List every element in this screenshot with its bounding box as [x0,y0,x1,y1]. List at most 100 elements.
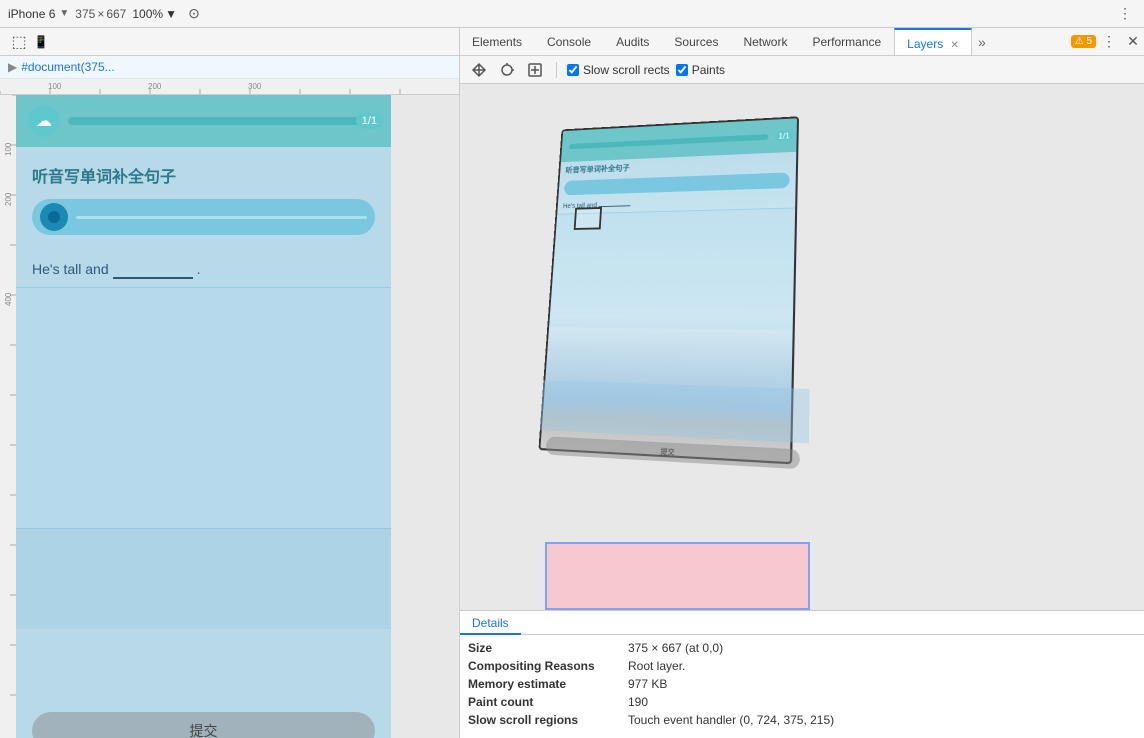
details-row-slow-scroll: Slow scroll regions Touch event handler … [468,711,1136,729]
cloud-icon: ☁ [28,105,60,137]
paints-toggle[interactable]: Paints [676,63,725,77]
dimension-sep: × [97,7,104,21]
tab-sources[interactable]: Sources [662,28,731,56]
device-toolbar: iPhone 6 ▼ 375 × 667 100% ▼ ⊙ ⋮ [0,0,1144,28]
fill-blank-input[interactable] [113,259,193,279]
details-panel: Details Size 375 × 667 (at 0,0) Composit… [460,610,1144,738]
document-tree-item[interactable]: ▶ #document(375... [0,56,459,79]
pan-tool-button[interactable] [468,59,490,81]
lp-blank [599,199,631,207]
zoom-arrow: ▼ [165,7,177,21]
slow-scroll-checkbox[interactable] [567,64,579,76]
tab-close-icon[interactable]: ✕ [951,40,959,51]
more-options-button[interactable]: ⋮ [1114,3,1136,25]
tab-performance[interactable]: Performance [800,28,894,56]
details-tabs: Details [460,611,1144,635]
device-arrow: ▼ [59,8,69,19]
svg-text:200: 200 [148,82,162,91]
more-tabs-button[interactable]: » [972,34,992,50]
phone-main-layer: 1/1 听音写单词补全句子 He's tall and [538,116,799,464]
svg-text:300: 300 [248,82,262,91]
lp-progress-fill [569,134,769,149]
ruler-vertical: 100 200 400 [0,95,16,738]
ruler-horizontal: 100 200 300 [0,79,459,95]
svg-text:100: 100 [4,142,13,156]
selected-layer-indicator [574,207,602,230]
audio-player[interactable] [32,199,375,235]
devtools-header-icons: ⚠ 5 ⋮ ✕ [1067,31,1144,53]
paint-count-label: Paint count [468,695,628,709]
devtools-close-button[interactable]: ✕ [1122,31,1144,53]
tab-console[interactable]: Console [535,28,604,56]
svg-text:400: 400 [4,292,13,306]
sentence-prefix: He's tall and [32,261,109,277]
progress-bar [68,117,363,125]
document-label: #document(375... [21,60,114,74]
progress-badge: 1/1 [356,113,383,129]
slow-scroll-regions-value: Touch event handler (0, 724, 375, 215) [628,713,834,727]
device-selector[interactable]: iPhone 6 ▼ [8,7,69,21]
play-button[interactable] [40,203,68,231]
toolbar-divider [556,62,557,78]
tab-network[interactable]: Network [731,28,800,56]
phone-3d-frame: 1/1 听音写单词补全句子 He's tall and [538,115,815,476]
zoom-selector[interactable]: 100% ▼ [132,7,177,21]
devtools-tabs: Elements Console Audits Sources Network … [460,28,1144,56]
submit-button[interactable]: 提交 [32,712,375,738]
device-mode-button[interactable]: 📱 [30,31,52,53]
slow-scroll-region [545,542,810,610]
slow-scroll-toggle[interactable]: Slow scroll rects [567,63,670,77]
tab-audits[interactable]: Audits [604,28,662,56]
rotate-tool-button[interactable] [496,59,518,81]
mobile-title: 听音写单词补全句子 [16,147,391,195]
device-area: 100 200 300 [0,79,459,738]
compositing-value: Root layer. [628,659,685,673]
tree-expand-arrow: ▶ [8,60,17,74]
rotate-icon[interactable]: ⊙ [183,3,205,25]
lp-bottom-area [540,380,799,443]
tree-toolbar: ⬚ 📱 [0,28,459,56]
inspect-element-button[interactable]: ⬚ [8,31,30,53]
warning-badge: ⚠ 5 [1071,35,1096,48]
details-row-memory: Memory estimate 977 KB [468,675,1136,693]
tab-layers[interactable]: Layers ✕ [894,28,972,56]
reset-transform-button[interactable] [524,59,546,81]
devtools-more-button[interactable]: ⋮ [1098,31,1120,53]
mobile-screen: ☁ 1/1 听音写单词补全句子 [16,95,391,738]
device-viewport: ☁ 1/1 听音写单词补全句子 [16,95,459,738]
details-tab[interactable]: Details [460,611,521,635]
lower-section [16,288,391,528]
play-icon [48,211,60,223]
height-value: 667 [106,7,126,21]
audio-timeline [76,216,367,219]
mobile-top-bar: ☁ 1/1 [16,95,391,147]
lp-progress-bar [569,134,769,149]
paint-count-value: 190 [628,695,648,709]
progress-fill [68,117,363,125]
details-row-compositing: Compositing Reasons Root layer. [468,657,1136,675]
sentence-period: . [197,261,201,277]
layers-3d-view[interactable]: 1/1 听音写单词补全句子 He's tall and [460,84,1144,610]
lp-badge: 1/1 [775,130,792,141]
phone-3d-container: 1/1 听音写单词补全句子 He's tall and [540,114,810,464]
details-row-paint-count: Paint count 190 [468,693,1136,711]
left-panel: ⬚ 📱 ▶ #document(375... [0,28,460,738]
svg-text:100: 100 [48,82,62,91]
details-row-size: Size 375 × 667 (at 0,0) [468,639,1136,657]
compositing-label: Compositing Reasons [468,659,628,673]
layers-toolbar: Slow scroll rects Paints [460,56,1144,84]
sentence-area: He's tall and . [16,251,391,287]
main-layout: ⬚ 📱 ▶ #document(375... [0,28,1144,738]
device-name: iPhone 6 [8,7,55,21]
bottom-section [16,529,391,629]
memory-label: Memory estimate [468,677,628,691]
size-value: 375 × 667 (at 0,0) [628,641,723,655]
paints-checkbox[interactable] [676,64,688,76]
dimension-display: 375 × 667 [75,7,126,21]
width-value: 375 [75,7,95,21]
right-panel: Elements Console Audits Sources Network … [460,28,1144,738]
details-content: Size 375 × 667 (at 0,0) Compositing Reas… [460,635,1144,733]
zoom-value: 100% [132,7,163,21]
tab-elements[interactable]: Elements [460,28,535,56]
slow-scroll-regions-label: Slow scroll regions [468,713,628,727]
